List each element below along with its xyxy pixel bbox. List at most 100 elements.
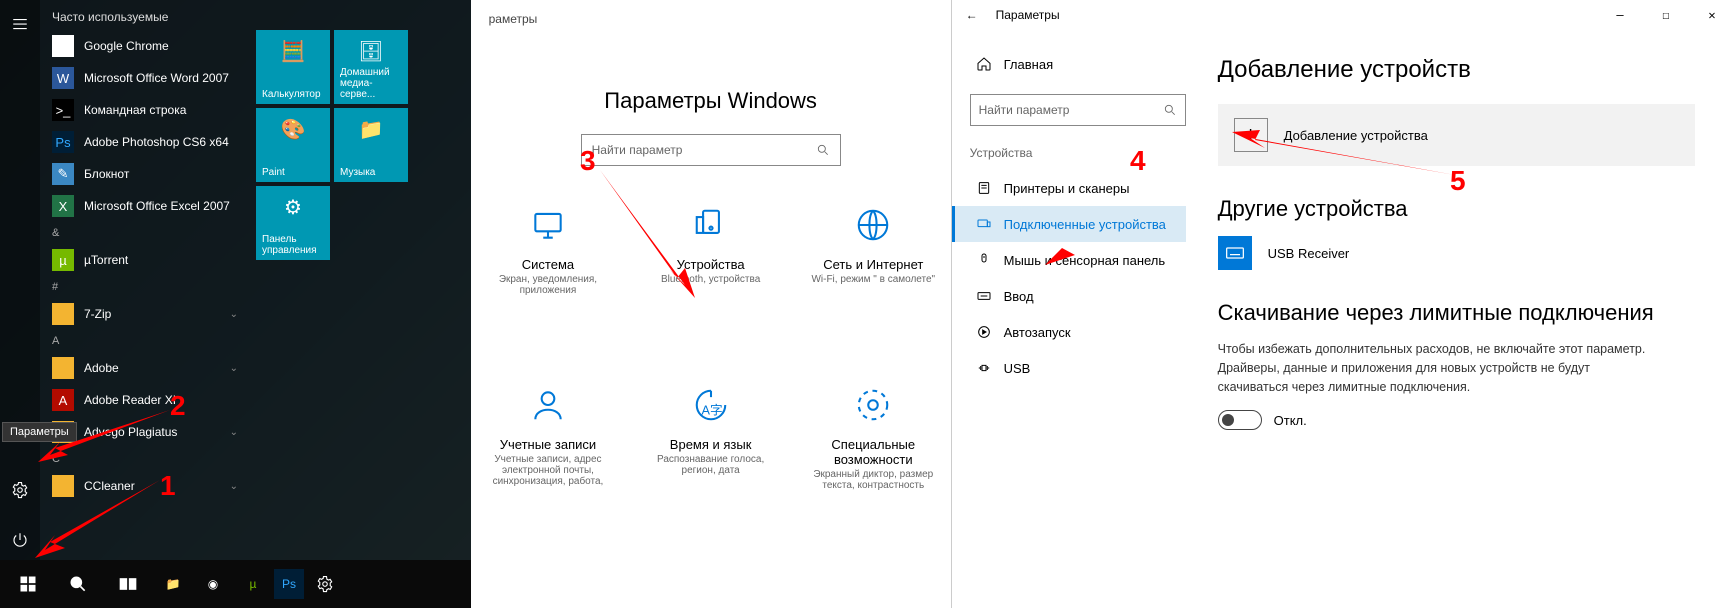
devices-sidebar: Главная Найти параметр Устройства Принте… — [952, 30, 1192, 608]
svg-text:A字: A字 — [701, 404, 722, 418]
app-label: Adobe — [84, 361, 119, 375]
tile-label: Музыка — [340, 167, 402, 178]
category-desc: Распознавание голоса, регион, дата — [633, 454, 788, 476]
app-icon: Ps — [52, 131, 74, 153]
arrow-5 — [1230, 130, 1460, 190]
nav-icon — [976, 180, 992, 196]
category-icon — [854, 386, 892, 424]
chevron-down-icon: ⌄ — [230, 363, 238, 374]
app-label: 7-Zip — [84, 307, 111, 321]
taskbar-chrome[interactable]: ◉ — [194, 565, 232, 603]
minimize-button[interactable]: — — [1597, 0, 1643, 30]
nav-icon — [976, 324, 992, 340]
window-title: Параметры — [992, 8, 1597, 22]
start-tiles: 🧮 Калькулятор 🗄 Домашний медиа-серве... … — [250, 0, 480, 560]
tile-icon: 🗄 — [340, 36, 402, 66]
category-name: Время и язык — [633, 437, 788, 452]
start-tile[interactable]: 🗄 Домашний медиа-серве... — [334, 30, 408, 104]
category-icon: A字 — [692, 386, 730, 424]
back-button[interactable]: ← — [952, 8, 992, 22]
nav-item-5[interactable]: USB — [970, 350, 1186, 386]
tile-icon: 🧮 — [262, 36, 324, 66]
search-button[interactable] — [54, 560, 102, 608]
category-4[interactable]: A字 Время и язык Распознавание голоса, ре… — [633, 386, 788, 491]
app-label: Microsoft Office Excel 2007 — [84, 199, 230, 213]
taskbar: 📁 ◉ µ Ps — [0, 560, 480, 608]
category-desc: Wi-Fi, режим " в самолете" — [796, 274, 951, 285]
other-devices-h: Другие устройства — [1218, 196, 1695, 222]
category-name: Учетные записи — [471, 437, 626, 452]
category-desc: Экранный диктор, размер текста, контраст… — [796, 469, 951, 491]
start-tile[interactable]: 📁 Музыка — [334, 108, 408, 182]
device-row[interactable]: USB Receiver — [1218, 236, 1695, 270]
close-button[interactable]: ✕ — [1689, 0, 1735, 30]
taskview-button[interactable] — [104, 560, 152, 608]
devices-content: Добавление устройств + Добавление устрой… — [1192, 30, 1735, 608]
start-tile[interactable]: 🎨 Paint — [256, 108, 330, 182]
taskbar-settings[interactable] — [306, 565, 344, 603]
metered-desc: Чтобы избежать дополнительных расходов, … — [1218, 340, 1648, 396]
arrow-2 — [30, 400, 180, 465]
app-item[interactable]: >_ Командная строка — [40, 94, 250, 126]
nav-item-3[interactable]: Ввод — [970, 278, 1186, 314]
settings-home-window: раметры Параметры Windows Найти параметр… — [471, 0, 951, 608]
start-rail — [0, 0, 40, 560]
titlebar: ← Параметры — ☐ ✕ — [952, 0, 1735, 30]
category-icon — [529, 386, 567, 424]
nav-icon — [976, 216, 992, 232]
letter-header[interactable]: & — [40, 222, 250, 244]
nav-icon — [976, 252, 992, 268]
app-icon: µ — [52, 249, 74, 271]
start-tile[interactable]: 🧮 Калькулятор — [256, 30, 330, 104]
settings-home-header: раметры — [471, 0, 556, 38]
taskbar-utorrent[interactable]: µ — [234, 565, 272, 603]
app-icon: X — [52, 195, 74, 217]
taskbar-explorer[interactable]: 📁 — [154, 565, 192, 603]
letter-header[interactable]: A — [40, 330, 250, 352]
category-5[interactable]: Специальные возможности Экранный диктор,… — [796, 386, 951, 491]
hamburger-icon[interactable] — [0, 10, 40, 38]
app-item[interactable]: ✎ Блокнот — [40, 158, 250, 190]
category-3[interactable]: Учетные записи Учетные записи, адрес эле… — [471, 386, 626, 491]
app-item[interactable]: 7-Zip ⌄ — [40, 298, 250, 330]
app-item[interactable]: W Microsoft Office Word 2007 — [40, 62, 250, 94]
settings-search[interactable]: Найти параметр — [581, 134, 841, 166]
app-label: Adobe Photoshop CS6 x64 — [84, 135, 229, 149]
app-label: Блокнот — [84, 167, 129, 181]
taskbar-ps[interactable]: Ps — [274, 569, 304, 599]
app-label: µTorrent — [84, 253, 128, 267]
maximize-button[interactable]: ☐ — [1643, 0, 1689, 30]
app-item[interactable]: Adobe ⌄ — [40, 352, 250, 384]
sidebar-search[interactable]: Найти параметр — [970, 94, 1186, 126]
app-item[interactable]: µ µTorrent — [40, 244, 250, 276]
tile-label: Paint — [262, 167, 324, 178]
start-button[interactable] — [4, 560, 52, 608]
settings-search-placeholder: Найти параметр — [592, 143, 683, 157]
content-h1: Добавление устройств — [1218, 56, 1695, 84]
nav-item-4[interactable]: Автозапуск — [970, 314, 1186, 350]
nav-label: Автозапуск — [1004, 325, 1071, 340]
category-2[interactable]: Сеть и Интернет Wi-Fi, режим " в самолет… — [796, 206, 951, 296]
nav-label: USB — [1004, 361, 1031, 376]
app-item[interactable]: X Microsoft Office Excel 2007 — [40, 190, 250, 222]
app-item[interactable]: Ps Adobe Photoshop CS6 x64 — [40, 126, 250, 158]
letter-header[interactable]: # — [40, 276, 250, 298]
tile-icon: 📁 — [340, 114, 402, 144]
app-item[interactable]: ◉ Google Chrome — [40, 30, 250, 62]
category-name: Специальные возможности — [796, 437, 951, 467]
back-hint: раметры — [489, 12, 538, 26]
start-tile[interactable]: ⚙ Панель управления — [256, 186, 330, 260]
sidebar-group: Устройства — [970, 146, 1186, 160]
home-icon — [976, 56, 992, 72]
category-icon — [529, 206, 567, 244]
search-icon — [816, 143, 830, 157]
settings-categories: Система Экран, уведомления, приложения У… — [471, 206, 951, 491]
app-label: Командная строка — [84, 103, 186, 117]
home-link[interactable]: Главная — [970, 48, 1186, 80]
start-apps-list: Часто используемые ◉ Google Chrome W Mic… — [40, 0, 250, 560]
chevron-down-icon: ⌄ — [230, 309, 238, 320]
category-name: Сеть и Интернет — [796, 257, 951, 272]
sidebar-search-placeholder: Найти параметр — [979, 103, 1070, 117]
metered-toggle[interactable]: Откл. — [1218, 410, 1695, 430]
start-menu: Параметры Часто используемые ◉ Google Ch… — [0, 0, 480, 560]
